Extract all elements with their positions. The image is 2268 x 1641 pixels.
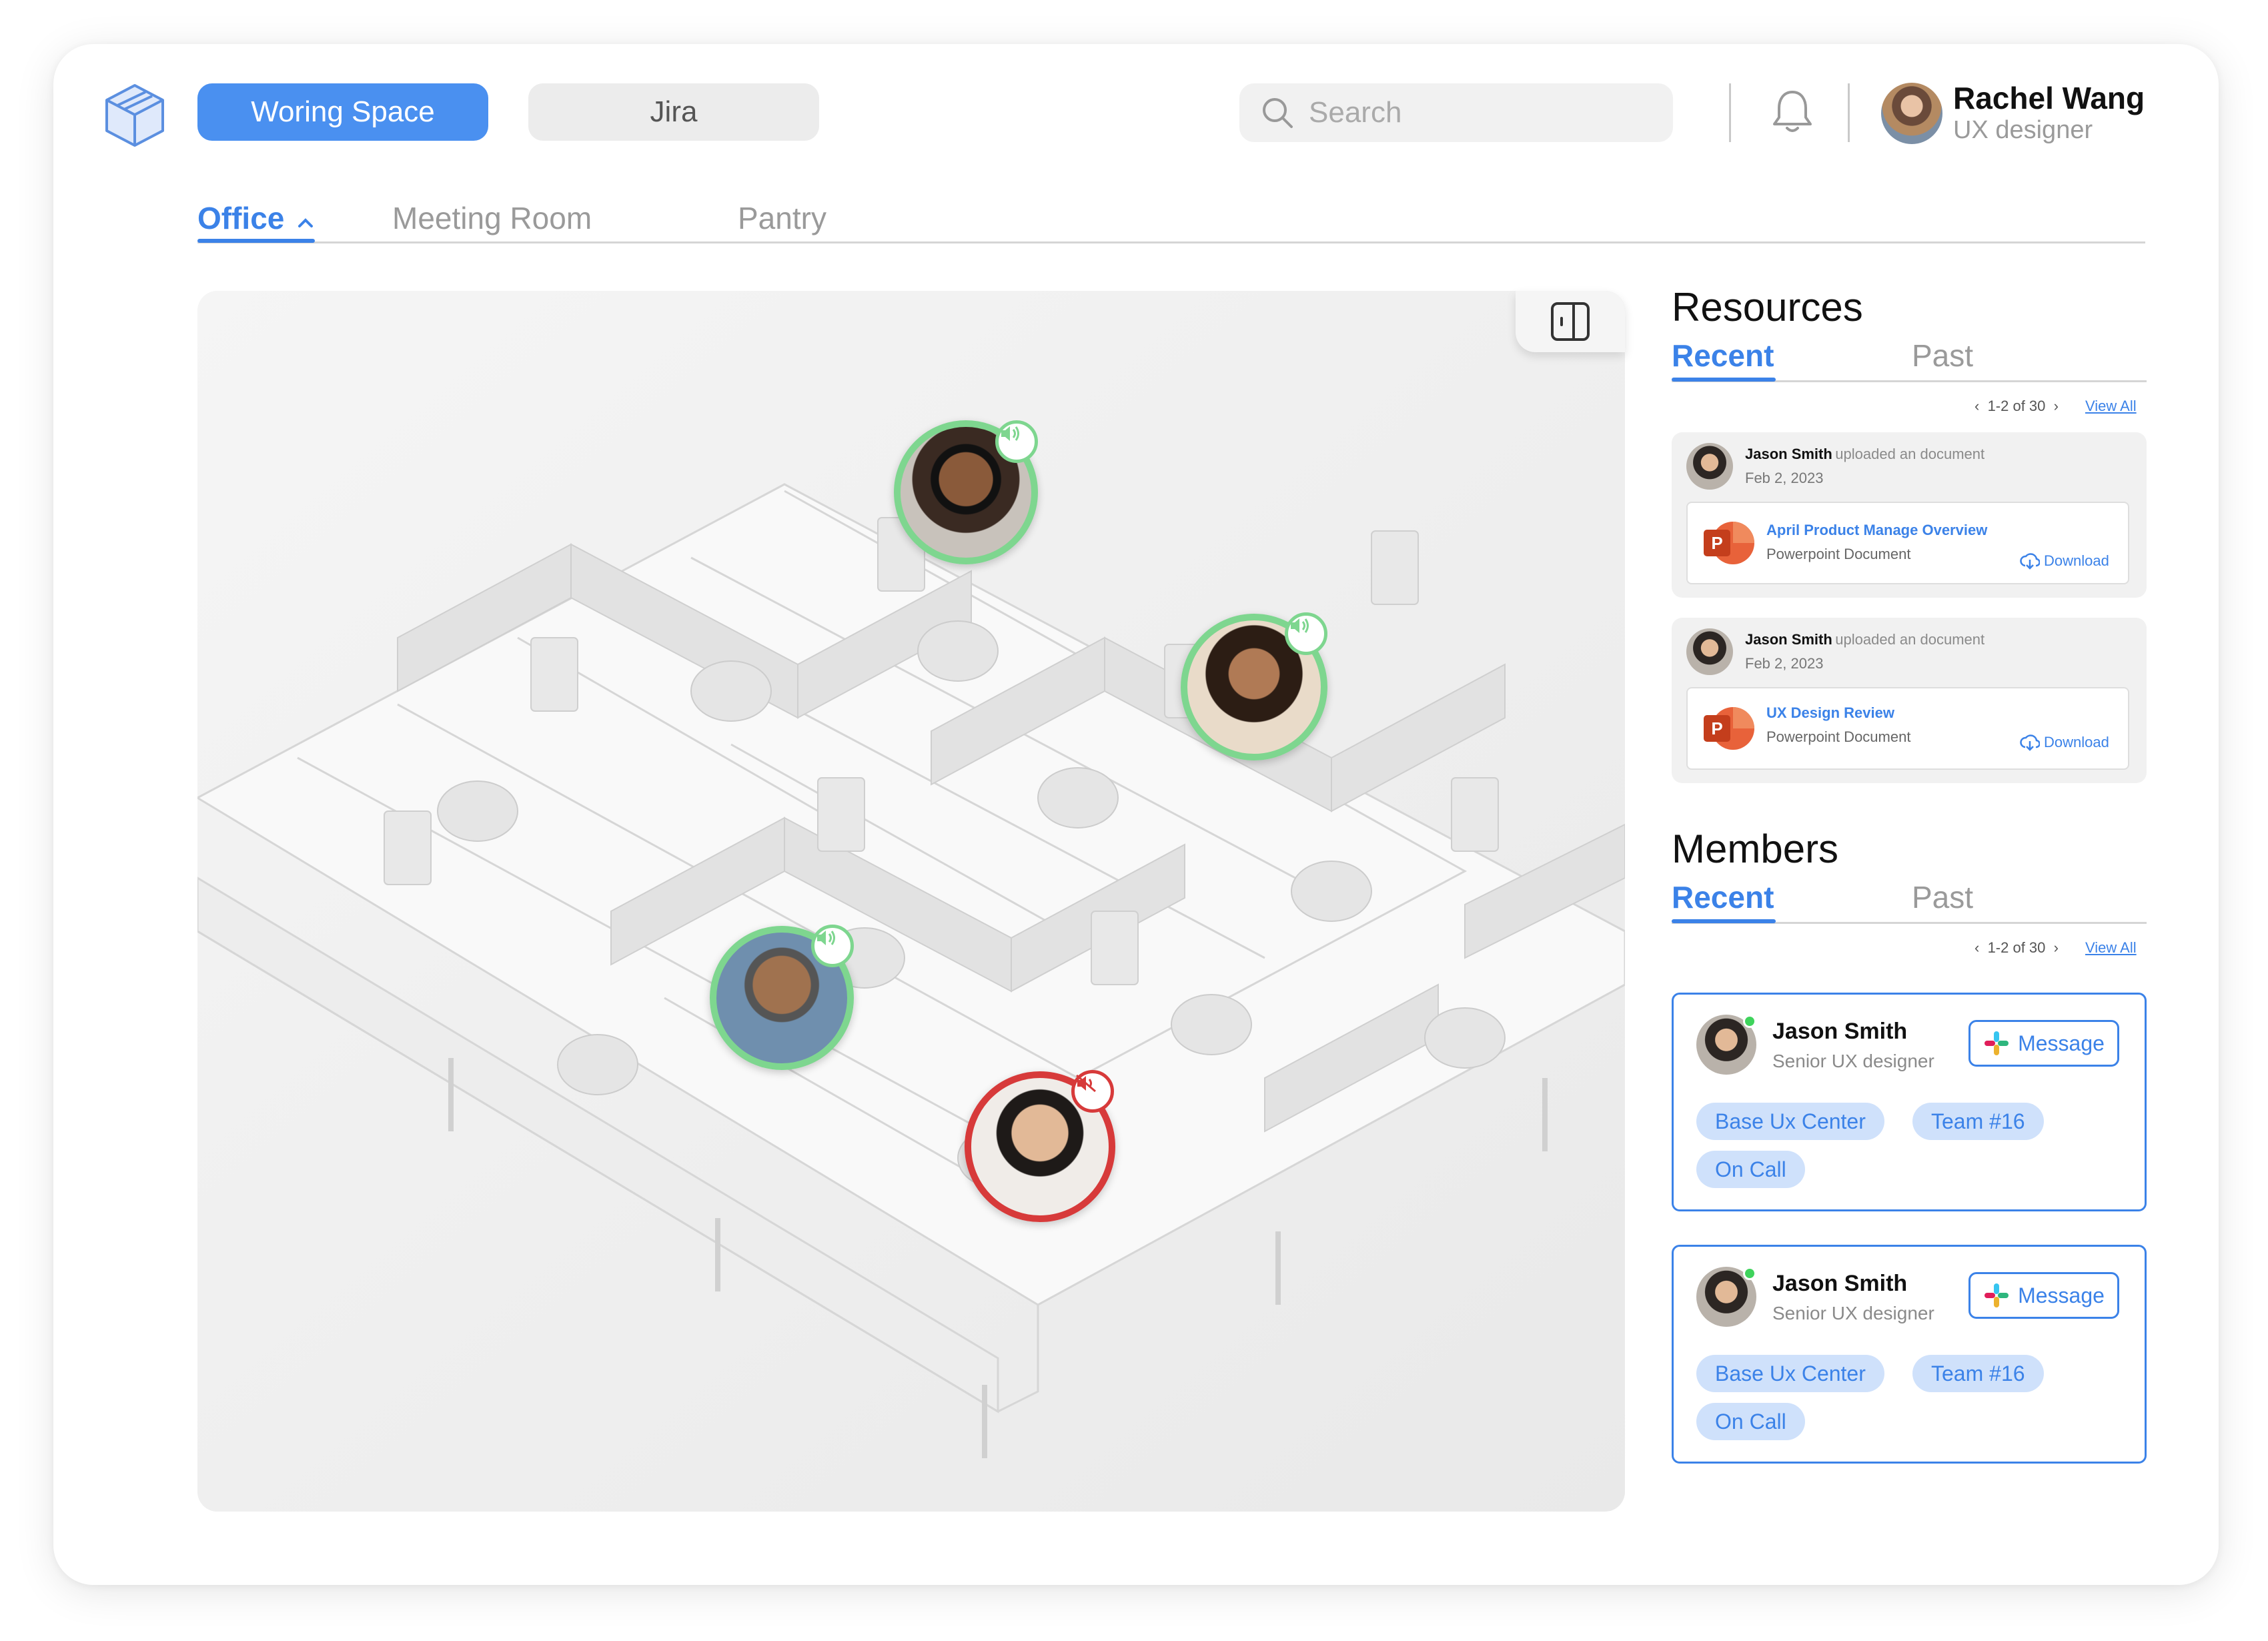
resource-card: Jason Smith uploaded an document Feb 2, … [1672,618,2147,783]
tag-chip[interactable]: Base Ux Center [1696,1103,1884,1140]
tag-chip[interactable]: On Call [1696,1151,1805,1188]
svg-text:P: P [1711,533,1722,553]
member-card[interactable]: Jason Smith Senior UX designer Message B… [1672,1245,2147,1464]
tag-chip[interactable]: Team #16 [1912,1355,2044,1392]
slack-icon [1985,1031,2009,1055]
resources-tab-recent[interactable]: Recent [1672,338,1774,374]
members-tab-recent[interactable]: Recent [1672,879,1774,915]
resource-upload-line: Jason Smith uploaded an document [1745,446,1985,463]
speaker-icon [811,925,854,967]
upload-action: uploaded an document [1835,631,1985,648]
members-tab-past[interactable]: Past [1912,879,1973,915]
message-button[interactable]: Message [1968,1020,2119,1067]
speaker-icon [1285,612,1327,655]
message-label: Message [2018,1031,2105,1055]
user-avatar[interactable] [1881,83,1942,144]
online-status-dot [1743,1267,1756,1280]
uploader-name: Jason Smith [1745,446,1832,462]
online-status-dot [1743,1015,1756,1028]
download-link[interactable]: Download [2020,734,2109,751]
tab-office-label: Office [197,201,285,235]
uploader-avatar [1686,443,1733,490]
svg-text:P: P [1711,718,1722,738]
resources-pager-label: 1-2 of 30 [1987,398,2046,414]
tag-chip[interactable]: Team #16 [1912,1103,2044,1140]
subtab-active-underline [197,239,315,243]
tab-working-space[interactable]: Woring Space [197,83,488,141]
download-label: Download [2044,552,2109,569]
download-link[interactable]: Download [2020,552,2109,570]
toggle-panel-button[interactable] [1516,291,1625,352]
search-input[interactable]: Search [1239,83,1673,142]
download-cloud-icon [2020,734,2040,751]
chevron-left-icon[interactable]: ‹ [1974,939,1979,956]
header-divider [1848,83,1850,142]
upload-action: uploaded an document [1835,446,1985,462]
member-role: Senior UX designer [1772,1303,1934,1323]
members-pager[interactable]: ‹ 1-2 of 30 › [1974,939,2059,957]
muted-speaker-icon [1071,1070,1114,1113]
tab-meeting-room[interactable]: Meeting Room [392,200,592,236]
resources-tab-past[interactable]: Past [1912,338,1973,374]
resource-upload-line: Jason Smith uploaded an document [1745,631,1985,648]
tab-pantry[interactable]: Pantry [738,200,826,236]
bell-icon[interactable] [1770,88,1814,135]
members-tab-underline [1672,919,1776,923]
tag-chip[interactable]: Base Ux Center [1696,1355,1884,1392]
resource-card: Jason Smith uploaded an document Feb 2, … [1672,432,2147,598]
members-title: Members [1672,827,1839,871]
sidebar-panel-icon [1551,302,1590,341]
resources-view-all-link[interactable]: View All [2085,398,2137,415]
member-name: Jason Smith [1772,1271,1908,1296]
uploader-avatar [1686,628,1733,675]
resources-pager[interactable]: ‹ 1-2 of 30 › [1974,398,2059,415]
speaker-icon [995,420,1038,463]
document-item[interactable]: P April Product Manage Overview Powerpoi… [1686,502,2129,584]
member-card[interactable]: Jason Smith Senior UX designer Message B… [1672,993,2147,1211]
document-item[interactable]: P UX Design Review Powerpoint Document D… [1686,687,2129,770]
uploader-name: Jason Smith [1745,631,1832,648]
document-title[interactable]: UX Design Review [1766,704,1894,722]
message-button[interactable]: Message [1968,1272,2119,1319]
header-divider [1729,83,1731,142]
upload-date: Feb 2, 2023 [1745,470,1824,486]
member-role: Senior UX designer [1772,1051,1934,1071]
powerpoint-icon: P [1704,522,1754,564]
member-name: Jason Smith [1772,1019,1908,1044]
cube-logo-icon[interactable] [97,79,172,153]
document-type: Powerpoint Document [1766,546,1911,562]
powerpoint-icon: P [1704,707,1754,750]
document-title[interactable]: April Product Manage Overview [1766,522,1987,539]
slack-icon [1985,1283,2009,1307]
chevron-right-icon[interactable]: › [2054,398,2059,414]
download-label: Download [2044,734,2109,750]
chevron-right-icon[interactable]: › [2054,939,2059,956]
document-type: Powerpoint Document [1766,728,1911,745]
message-label: Message [2018,1283,2105,1307]
tag-chip[interactable]: On Call [1696,1403,1805,1440]
tab-office[interactable]: Office [197,200,314,236]
members-view-all-link[interactable]: View All [2085,939,2137,957]
download-cloud-icon [2020,553,2040,570]
app-window: Woring Space Jira Search Rachel Wang UX … [53,44,2219,1585]
search-icon [1263,98,1293,128]
chevron-up-icon [298,218,314,227]
subtab-divider [197,241,2145,243]
user-name: Rachel Wang [1953,81,2145,115]
tab-jira[interactable]: Jira [528,83,819,141]
upload-date: Feb 2, 2023 [1745,655,1824,672]
office-map[interactable] [197,291,1625,1512]
user-role: UX designer [1953,116,2093,144]
search-placeholder: Search [1309,96,1402,129]
resources-title: Resources [1672,285,1863,330]
resources-tab-underline [1672,378,1776,382]
chevron-left-icon[interactable]: ‹ [1974,398,1979,414]
members-pager-label: 1-2 of 30 [1987,939,2046,956]
